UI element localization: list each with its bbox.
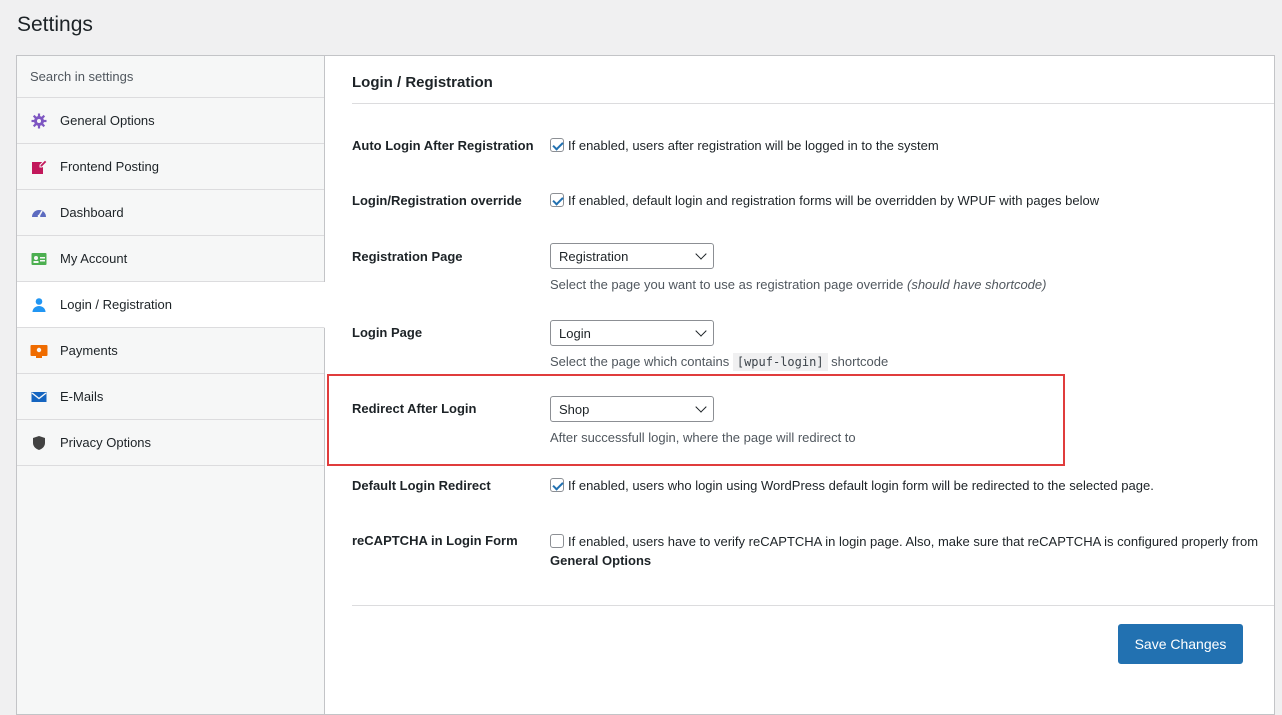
default-login-redirect-text: If enabled, users who login using WordPr… <box>568 478 1154 493</box>
sidebar-item-general-options[interactable]: General Options <box>17 98 324 144</box>
registration-page-desc-note: (should have shortcode) <box>907 277 1047 292</box>
recaptcha-checkbox[interactable] <box>550 534 564 548</box>
login-page-label: Login Page <box>352 325 423 340</box>
sidebar-item-label: E-Mails <box>60 389 104 404</box>
sidebar-item-my-account[interactable]: My Account <box>17 236 324 282</box>
edit-icon <box>30 158 48 176</box>
login-page-value: Login <box>559 325 591 341</box>
auto-login-label: Auto Login After Registration <box>352 138 534 153</box>
override-label: Login/Registration override <box>352 193 522 208</box>
override-checkbox[interactable] <box>550 193 564 207</box>
gear-icon <box>30 112 48 130</box>
recaptcha-field: If enabled, users have to verify reCAPTC… <box>550 532 1274 570</box>
default-login-redirect-checkbox[interactable] <box>550 478 564 492</box>
sidebar-item-label: Frontend Posting <box>60 159 160 174</box>
mail-icon <box>30 388 48 406</box>
login-page-select[interactable]: Login <box>550 320 714 346</box>
divider <box>352 605 1274 606</box>
sidebar-item-payments[interactable]: Payments <box>17 328 324 374</box>
recaptcha-text: If enabled, users have to verify reCAPTC… <box>568 534 1259 549</box>
sidebar-item-label: Dashboard <box>60 205 124 220</box>
sidebar-item-frontend-posting[interactable]: Frontend Posting <box>17 144 324 190</box>
auto-login-field: If enabled, users after registration wil… <box>550 138 939 153</box>
sidebar-item-dashboard[interactable]: Dashboard <box>17 190 324 236</box>
override-field: If enabled, default login and registrati… <box>550 193 1099 208</box>
auto-login-text: If enabled, users after registration wil… <box>568 138 939 153</box>
dashboard-icon <box>30 204 48 222</box>
recaptcha-label: reCAPTCHA in Login Form <box>352 533 518 548</box>
login-page-desc-suffix: shortcode <box>827 354 889 369</box>
chevron-down-icon <box>695 248 707 260</box>
shortcode-code: [wpuf-login] <box>732 353 828 371</box>
default-login-redirect-label: Default Login Redirect <box>352 478 491 493</box>
sidebar-item-label: Payments <box>60 343 118 358</box>
search-input[interactable] <box>17 56 324 98</box>
sidebar-item-login-registration[interactable]: Login / Registration <box>17 282 325 328</box>
id-card-icon <box>30 250 48 268</box>
registration-page-select[interactable]: Registration <box>550 243 714 269</box>
user-icon <box>30 296 48 314</box>
auto-login-checkbox[interactable] <box>550 138 564 152</box>
sidebar-item-privacy-options[interactable]: Privacy Options <box>17 420 324 466</box>
sidebar-item-label: Privacy Options <box>60 435 152 450</box>
login-page-desc: Select the page which contains [wpuf-log… <box>550 353 889 371</box>
login-page-field: Login Select the page which contains [wp… <box>550 320 889 371</box>
registration-page-desc: Select the page you want to use as regis… <box>550 277 1046 292</box>
section-title: Login / Registration <box>352 56 1274 104</box>
sidebar-item-label: My Account <box>60 251 128 266</box>
sidebar-item-label: Login / Registration <box>60 297 173 312</box>
override-text: If enabled, default login and registrati… <box>568 193 1100 208</box>
page-title: Settings <box>17 13 93 36</box>
general-options-link[interactable]: General Options <box>550 553 651 568</box>
login-page-desc-text: Select the page which contains <box>550 354 733 369</box>
registration-page-label: Registration Page <box>352 249 463 264</box>
registration-page-desc-text: Select the page you want to use as regis… <box>550 277 907 292</box>
save-button[interactable]: Save Changes <box>1118 624 1243 664</box>
shield-icon <box>30 434 48 452</box>
sidebar-item-label: General Options <box>60 113 155 128</box>
sidebar-item-e-mails[interactable]: E-Mails <box>17 374 324 420</box>
highlight-box <box>327 374 1065 466</box>
registration-page-value: Registration <box>559 248 629 264</box>
payment-icon <box>30 342 48 360</box>
chevron-down-icon <box>695 325 707 337</box>
sidebar: General Options Frontend Posting Dashboa… <box>17 56 325 714</box>
default-login-redirect-field: If enabled, users who login using WordPr… <box>550 478 1154 493</box>
registration-page-field: Registration Select the page you want to… <box>550 243 1046 292</box>
